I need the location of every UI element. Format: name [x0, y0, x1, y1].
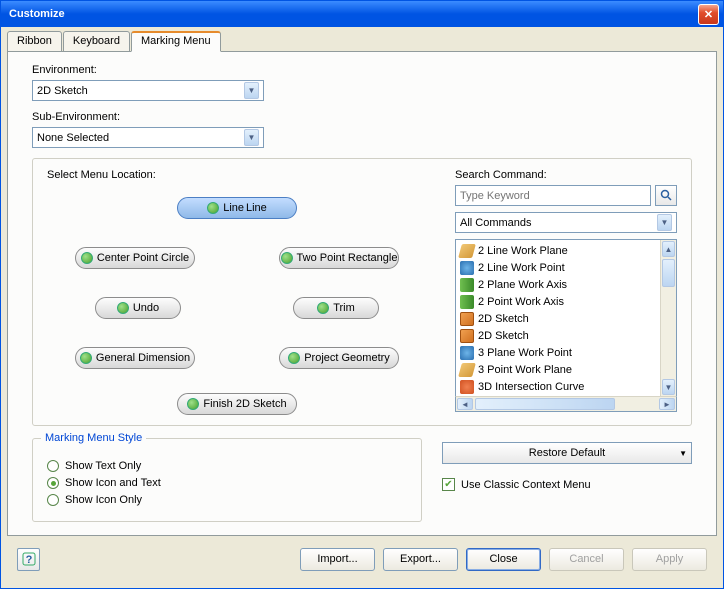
- menu-location-label: Select Menu Location:: [47, 169, 435, 181]
- titlebar: Customize ✕: [1, 1, 723, 27]
- list-item[interactable]: 3 Point Work Plane: [458, 361, 658, 378]
- environment-value: 2D Sketch: [37, 85, 244, 97]
- scroll-up-button[interactable]: ▲: [662, 241, 675, 257]
- slot-west[interactable]: Undo: [95, 297, 181, 319]
- right-options: Restore Default ▼ Use Classic Context Me…: [442, 438, 692, 522]
- slot-southwest[interactable]: General Dimension: [75, 347, 195, 369]
- list-item[interactable]: 2 Line Work Point: [458, 259, 658, 276]
- subenvironment-dropdown[interactable]: None Selected ▼: [32, 127, 264, 148]
- svg-text:?: ?: [25, 554, 32, 566]
- tab-marking-menu[interactable]: Marking Menu: [131, 31, 221, 52]
- list-item[interactable]: 2D Sketch: [458, 310, 658, 327]
- scroll-right-button[interactable]: ►: [659, 398, 675, 410]
- group-title: Marking Menu Style: [41, 432, 146, 444]
- work-axis-icon: [460, 295, 474, 309]
- tab-ribbon[interactable]: Ribbon: [7, 31, 62, 52]
- window-close-button[interactable]: ✕: [698, 4, 719, 25]
- work-point-icon: [460, 261, 474, 275]
- list-item[interactable]: 3D Intersection Curve: [458, 378, 658, 395]
- work-point-icon: [460, 346, 474, 360]
- radio-icon-only[interactable]: Show Icon Only: [47, 494, 407, 506]
- line-icon: [207, 202, 219, 214]
- scroll-track[interactable]: [616, 397, 658, 411]
- export-button[interactable]: Export...: [383, 548, 458, 571]
- vertical-scrollbar[interactable]: ▲ ▼: [660, 240, 676, 396]
- chevron-down-icon: ▼: [657, 214, 672, 231]
- help-icon: ?: [22, 552, 36, 566]
- radio-icon: [47, 477, 59, 489]
- dimension-icon: [80, 352, 92, 364]
- command-filter-dropdown[interactable]: All Commands ▼: [455, 212, 677, 233]
- radio-icon: [47, 460, 59, 472]
- slot-northwest[interactable]: Center Point Circle: [75, 247, 195, 269]
- slot-south[interactable]: Finish 2D Sketch: [177, 393, 297, 415]
- list-item[interactable]: 2 Point Work Axis: [458, 293, 658, 310]
- circle-icon: [81, 252, 93, 264]
- search-icon: [660, 189, 673, 202]
- command-filter-value: All Commands: [460, 217, 657, 229]
- tabpanel-marking-menu: Environment: 2D Sketch ▼ Sub-Environment…: [7, 51, 717, 536]
- command-panel: Search Command: All Commands ▼: [455, 169, 677, 415]
- slot-southeast[interactable]: Project Geometry: [279, 347, 399, 369]
- chevron-down-icon: ▼: [244, 129, 259, 146]
- radio-icon-and-text[interactable]: Show Icon and Text: [47, 477, 407, 489]
- chevron-down-icon: ▼: [679, 449, 687, 458]
- use-classic-context-menu-checkbox[interactable]: Use Classic Context Menu: [442, 478, 692, 491]
- search-input[interactable]: [455, 185, 651, 206]
- subenvironment-label: Sub-Environment:: [32, 111, 692, 123]
- menu-location-panel: Select Menu Location: LineLine Center Po…: [47, 169, 435, 415]
- import-button[interactable]: Import...: [300, 548, 375, 571]
- radial-menu-layout: LineLine Center Point Circle Two Point R…: [47, 185, 435, 415]
- radio-text-only[interactable]: Show Text Only: [47, 460, 407, 472]
- search-command-label: Search Command:: [455, 169, 677, 181]
- scroll-left-button[interactable]: ◄: [457, 398, 473, 410]
- work-axis-icon: [460, 278, 474, 292]
- close-icon: ✕: [704, 8, 713, 21]
- scroll-track[interactable]: [661, 288, 676, 378]
- restore-default-button[interactable]: Restore Default ▼: [442, 442, 692, 464]
- tabstrip: Ribbon Keyboard Marking Menu: [7, 31, 717, 52]
- slot-east[interactable]: Trim: [293, 297, 379, 319]
- checkbox-icon: [442, 478, 455, 491]
- config-fieldset: Select Menu Location: LineLine Center Po…: [32, 158, 692, 426]
- marking-menu-style-group: Marking Menu Style Show Text Only Show I…: [32, 438, 422, 522]
- tab-keyboard[interactable]: Keyboard: [63, 31, 130, 52]
- command-listbox[interactable]: 2 Line Work Plane 2 Line Work Point 2 Pl…: [455, 239, 677, 397]
- search-button[interactable]: [655, 185, 677, 206]
- radio-icon: [47, 494, 59, 506]
- cancel-button: Cancel: [549, 548, 624, 571]
- list-item[interactable]: 2 Plane Work Axis: [458, 276, 658, 293]
- undo-icon: [117, 302, 129, 314]
- sketch-icon: [460, 329, 474, 343]
- customize-dialog: Customize ✕ Ribbon Keyboard Marking Menu…: [0, 0, 724, 589]
- dialog-content: Ribbon Keyboard Marking Menu Environment…: [7, 31, 717, 582]
- rectangle-icon: [281, 252, 293, 264]
- list-item[interactable]: 3 Plane Work Point: [458, 344, 658, 361]
- environment-label: Environment:: [32, 64, 692, 76]
- list-item[interactable]: 2 Line Work Plane: [458, 242, 658, 259]
- environment-dropdown[interactable]: 2D Sketch ▼: [32, 80, 264, 101]
- finish-icon: [187, 398, 199, 410]
- project-icon: [288, 352, 300, 364]
- scroll-down-button[interactable]: ▼: [662, 379, 675, 395]
- trim-icon: [317, 302, 329, 314]
- dialog-button-bar: ? Import... Export... Close Cancel Apply: [13, 542, 711, 576]
- help-button[interactable]: ?: [17, 548, 40, 571]
- work-plane-icon: [458, 363, 476, 377]
- window-title: Customize: [5, 8, 698, 20]
- curve-icon: [460, 380, 474, 394]
- slot-north[interactable]: LineLine: [177, 197, 297, 219]
- subenvironment-value: None Selected: [37, 132, 244, 144]
- scroll-thumb[interactable]: [475, 398, 615, 410]
- sketch-icon: [460, 312, 474, 326]
- chevron-down-icon: ▼: [244, 82, 259, 99]
- horizontal-scrollbar[interactable]: ◄ ►: [455, 396, 677, 412]
- work-plane-icon: [458, 244, 476, 258]
- list-item[interactable]: 2D Sketch: [458, 327, 658, 344]
- close-button[interactable]: Close: [466, 548, 541, 571]
- scroll-thumb[interactable]: [662, 259, 675, 287]
- slot-northeast[interactable]: Two Point Rectangle: [279, 247, 399, 269]
- apply-button: Apply: [632, 548, 707, 571]
